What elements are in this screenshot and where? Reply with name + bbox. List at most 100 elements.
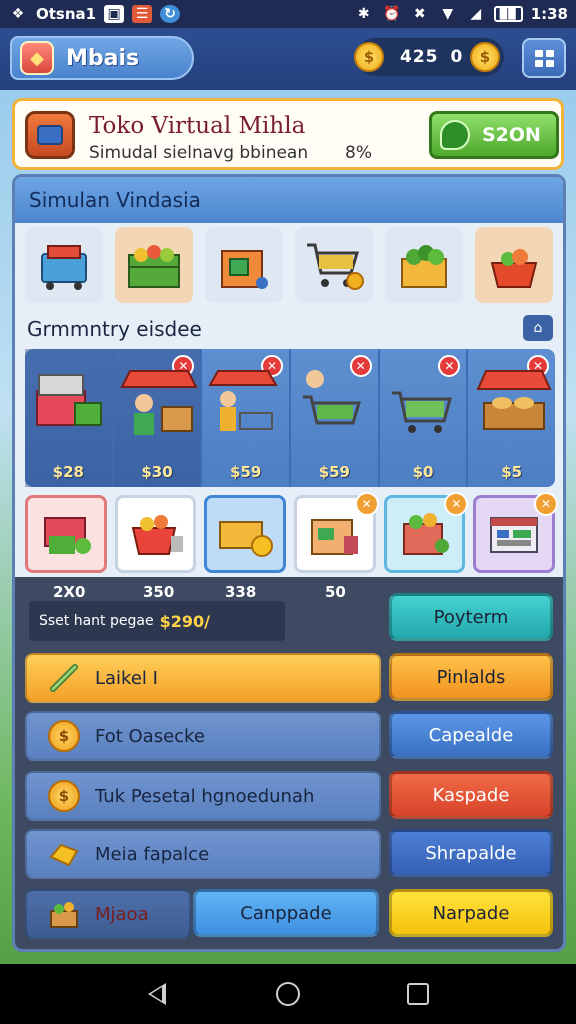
basket-icon [25, 111, 75, 159]
recents-icon [407, 983, 429, 1005]
close-badge-icon[interactable]: ✕ [534, 492, 559, 516]
home-button[interactable] [268, 982, 308, 1006]
close-badge-icon[interactable]: ✕ [444, 492, 469, 516]
empty-cart-icon [391, 391, 452, 433]
shopper-cart-icon [303, 370, 362, 425]
section-title: Grmmntry eisdee [27, 317, 202, 341]
row-laikel[interactable]: Laikel I [25, 653, 381, 703]
produce-stand-icon [128, 245, 180, 288]
currency-value: 425 [400, 47, 439, 67]
category-cart-basket[interactable] [25, 227, 103, 303]
stall-item[interactable]: ✕ $0 [380, 349, 469, 487]
cart-basket-icon [41, 245, 87, 290]
veggie-box-icon [402, 513, 449, 555]
chest-stall-icon [36, 374, 102, 426]
profile-title-pill[interactable]: ◆ Mbais [10, 36, 194, 80]
top-bar: ◆ Mbais $ 425 0 $ [0, 28, 576, 90]
inventory-item[interactable] [114, 495, 197, 573]
category-shopping-cart[interactable] [295, 227, 373, 303]
poyterm-button[interactable]: Poyterm [389, 593, 553, 641]
signal-icon: ◢ [470, 6, 482, 22]
currency-display[interactable]: $ 425 0 $ [354, 38, 504, 76]
shop-percent: 8% [345, 143, 372, 163]
capealde-label: Capealde [428, 724, 514, 746]
narpade-label: Narpade [432, 902, 510, 924]
shrapalde-button[interactable]: Shrapalde [389, 829, 553, 877]
row-fot-oasecke[interactable]: $ Fot Oasecke [25, 711, 381, 761]
stall-item[interactable]: $28 [25, 349, 114, 487]
promo-label: Sset hant pegae [39, 613, 154, 629]
pinlalds-button[interactable]: Pinlalds [389, 653, 553, 701]
coin-icon-add[interactable]: $ [470, 42, 500, 72]
shrapalde-label: Shrapalde [425, 842, 517, 864]
bluetooth-icon: ✱ [357, 6, 370, 22]
market-shop-icon [310, 519, 358, 555]
stall-price: $59 [318, 463, 350, 481]
simulation-panel: Simulan Vindasia Grmmntry eisdee ⌂ $28 ✕… [12, 174, 566, 952]
section-options-button[interactable]: ⌂ [523, 315, 553, 341]
row-label: Mjaoa [95, 903, 149, 925]
stall-item[interactable]: ✕ $59 [291, 349, 380, 487]
grid-menu-icon [534, 49, 554, 67]
shop-banner: Toko Virtual Mihla Simudal sielnavg bbin… [12, 98, 564, 170]
inventory-item[interactable] [25, 495, 107, 573]
stat-label: 50 [325, 583, 346, 601]
row-label: Meia fapalce [95, 843, 210, 865]
inventory-item[interactable]: ✕ [383, 492, 469, 573]
kaspade-button[interactable]: Kaspade [389, 771, 553, 819]
row-tuk-pesetal[interactable]: $ Tuk Pesetal hgnoedunah [25, 771, 381, 821]
inventory-item[interactable]: ✕ [294, 492, 379, 573]
notification-icon: ❖ [11, 6, 25, 22]
row-meia-fapalce[interactable]: Meia fapalce [25, 829, 381, 879]
bread-stall-icon [476, 370, 552, 430]
stall-price: $30 [141, 463, 173, 481]
coin-icon: $ [47, 779, 81, 813]
home-icon [276, 982, 300, 1006]
small-shop-icon [221, 250, 268, 289]
vegetable-crate-icon [401, 245, 447, 288]
back-button[interactable] [138, 983, 178, 1005]
shop-title: Toko Virtual Mihla [89, 113, 306, 139]
action-area: 2X0 350 338 50 Sset hant pegae $290/ Poy… [15, 577, 563, 949]
gem-icon: ◆ [20, 41, 54, 75]
row-mjaoa[interactable]: Mjaoa [25, 889, 191, 939]
status-left-text: Otsna1 [36, 5, 97, 23]
shop-action-label: S2ON [482, 124, 541, 146]
pinlalds-label: Pinlalds [436, 666, 506, 688]
narpade-button[interactable]: Narpade [389, 889, 553, 937]
stall-item[interactable]: ✕ $5 [468, 349, 555, 487]
category-small-shop[interactable] [205, 227, 283, 303]
stall-item[interactable]: ✕ $59 [202, 349, 292, 487]
stall-item[interactable]: ✕ $30 [113, 349, 203, 487]
category-row [25, 227, 555, 307]
bag-icon: ⌂ [533, 320, 543, 336]
row-label: Laikel I [95, 667, 158, 689]
app-icon: ▣ [104, 5, 125, 23]
category-vegetable-crate[interactable] [385, 227, 463, 303]
inventory-item[interactable]: ✕ [473, 492, 559, 573]
canppade-button[interactable]: Canppade [193, 889, 379, 937]
cart-vendor-icon [208, 370, 279, 431]
status-bar: ❖ Otsna1 ▣ ☰ ↻ ✱ ⏰ ✖ ▼ ◢ ▉▉ 1:38 [0, 0, 576, 28]
grocery-cart-icon [43, 517, 91, 554]
mute-icon: ✖ [413, 6, 426, 22]
inventory-row: ✕ ✕ ✕ [25, 492, 559, 575]
app-icon-red: ☰ [132, 5, 153, 23]
promo-amount: $290/ [159, 611, 210, 631]
category-fruit-bowl[interactable] [475, 227, 553, 303]
menu-button[interactable] [522, 38, 566, 78]
capealde-button[interactable]: Capealde [389, 711, 553, 759]
recents-button[interactable] [398, 983, 438, 1005]
fruit-bowl-icon [490, 249, 538, 288]
panel-heading: Simulan Vindasia [15, 177, 563, 223]
inventory-item[interactable] [204, 495, 287, 573]
status-time: 1:38 [530, 5, 568, 23]
row-label: Tuk Pesetal hgnoedunah [95, 785, 315, 807]
close-badge-icon[interactable]: ✕ [354, 492, 379, 516]
stat-label: 2X0 [53, 583, 86, 601]
alarm-icon: ⏰ [383, 6, 401, 22]
shop-action-button[interactable]: S2ON [429, 111, 559, 159]
back-icon [148, 983, 166, 1005]
coin-icon: $ [354, 42, 384, 72]
category-produce-stand[interactable] [115, 227, 193, 303]
